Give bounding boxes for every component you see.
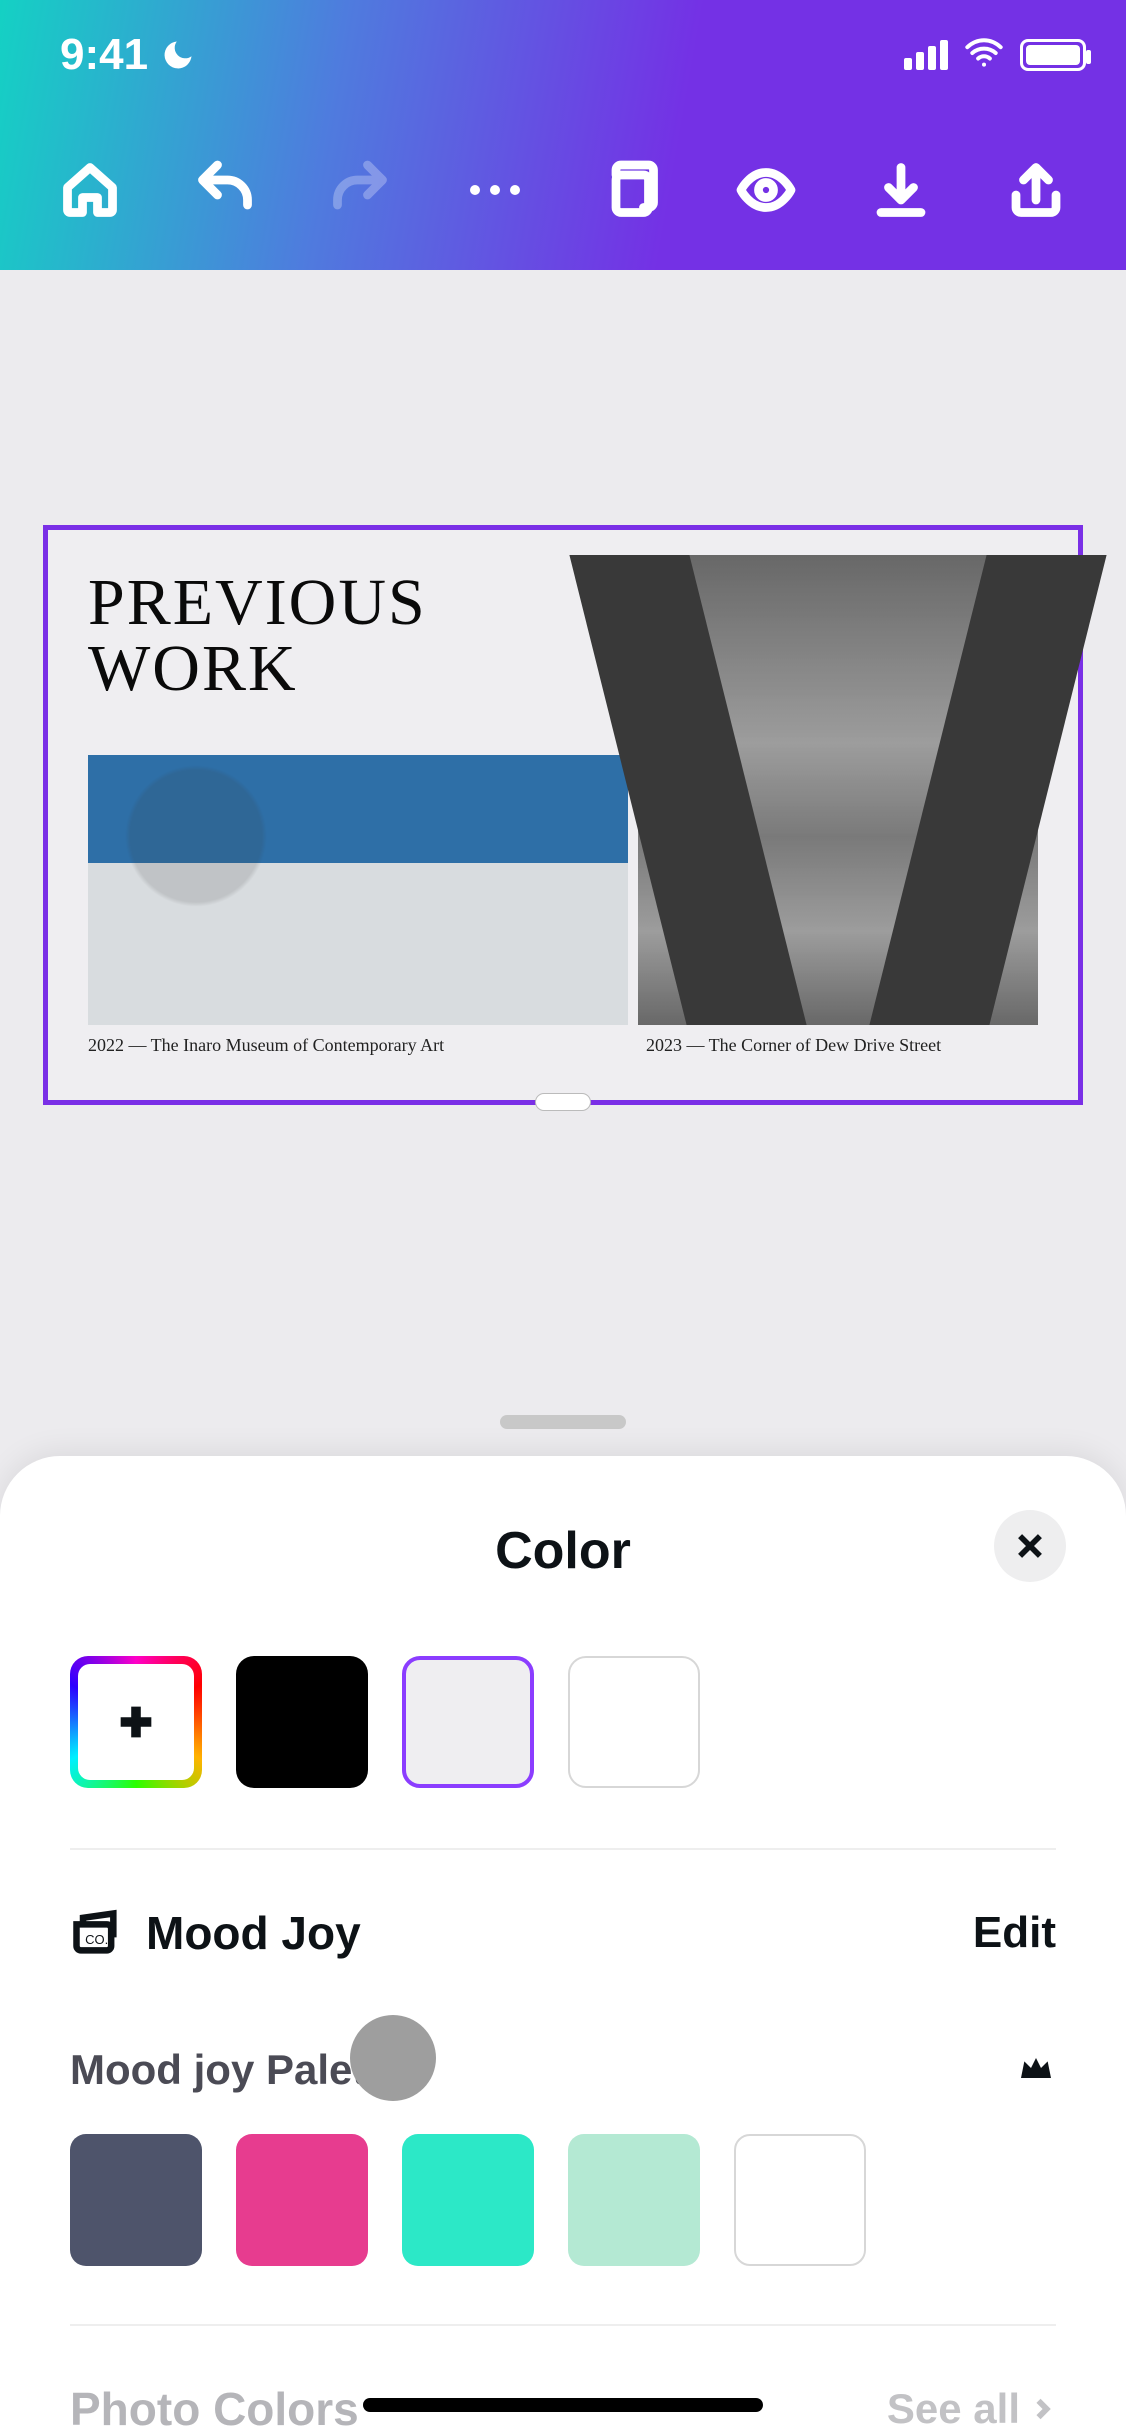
home-indicator[interactable]	[363, 2398, 763, 2412]
palette-swatch-3[interactable]	[402, 2134, 534, 2266]
brand-edit-button[interactable]: Edit	[973, 1908, 1056, 1958]
palette-swatch-1[interactable]	[70, 2134, 202, 2266]
palette-swatch-2[interactable]	[236, 2134, 368, 2266]
moon-icon	[160, 37, 196, 73]
download-button[interactable]	[841, 130, 961, 250]
chevron-right-icon	[1028, 2395, 1056, 2423]
see-all-label: See all	[887, 2385, 1020, 2433]
palette-swatch-5[interactable]	[734, 2134, 866, 2266]
undo-button[interactable]	[165, 130, 285, 250]
more-button[interactable]	[435, 130, 555, 250]
svg-text:CO.: CO.	[85, 1932, 108, 1947]
design-page[interactable]: PREVIOUS WORK 2022 — The Inaro Museum of…	[43, 525, 1083, 1105]
editor-toolbar	[0, 110, 1126, 270]
sheet-drag-handle[interactable]	[500, 1415, 626, 1429]
crown-icon	[1016, 2048, 1056, 2093]
app-header: 9:41	[0, 0, 1126, 270]
caption-right[interactable]: 2023 — The Corner of Dew Drive Street	[646, 1035, 941, 1056]
status-time: 9:41	[60, 30, 148, 80]
cellular-icon	[904, 40, 948, 70]
more-icon	[470, 185, 520, 195]
preview-button[interactable]	[706, 130, 826, 250]
canvas-area[interactable]: PREVIOUS WORK 2022 — The Inaro Museum of…	[0, 270, 1126, 1429]
close-button[interactable]	[994, 1510, 1066, 1582]
color-swatch-selected[interactable]	[402, 1656, 534, 1788]
brand-kit-name[interactable]: Mood Joy	[146, 1906, 361, 1960]
design-image-left[interactable]	[88, 755, 628, 1025]
caption-left[interactable]: 2022 — The Inaro Museum of Contemporary …	[88, 1035, 444, 1056]
see-all-button[interactable]: See all	[887, 2385, 1056, 2433]
redo-button[interactable]	[300, 130, 420, 250]
color-sheet: Color CO. Mood Joy Edit Mood joy Pale	[0, 1456, 1126, 2436]
touch-indicator	[350, 2015, 436, 2101]
color-swatch-black[interactable]	[236, 1656, 368, 1788]
status-bar: 9:41	[0, 0, 1126, 110]
pages-button[interactable]	[571, 130, 691, 250]
brand-palette-row	[70, 2134, 1056, 2326]
photo-colors-label: Photo Colors	[70, 2382, 359, 2436]
document-colors-row	[70, 1606, 1056, 1850]
battery-icon	[1020, 39, 1086, 71]
color-swatch-white[interactable]	[568, 1656, 700, 1788]
plus-icon	[113, 1699, 159, 1745]
add-color-button[interactable]	[70, 1656, 202, 1788]
palette-swatch-4[interactable]	[568, 2134, 700, 2266]
home-button[interactable]	[30, 130, 150, 250]
page-resize-handle[interactable]	[535, 1093, 591, 1111]
share-button[interactable]	[976, 130, 1096, 250]
close-icon	[1013, 1529, 1047, 1563]
brand-kit-icon: CO.	[70, 1907, 122, 1959]
sheet-title: Color	[495, 1521, 631, 1581]
design-image-right[interactable]	[638, 555, 1038, 1025]
design-heading-line1: PREVIOUS	[88, 566, 427, 639]
wifi-icon	[964, 33, 1004, 78]
